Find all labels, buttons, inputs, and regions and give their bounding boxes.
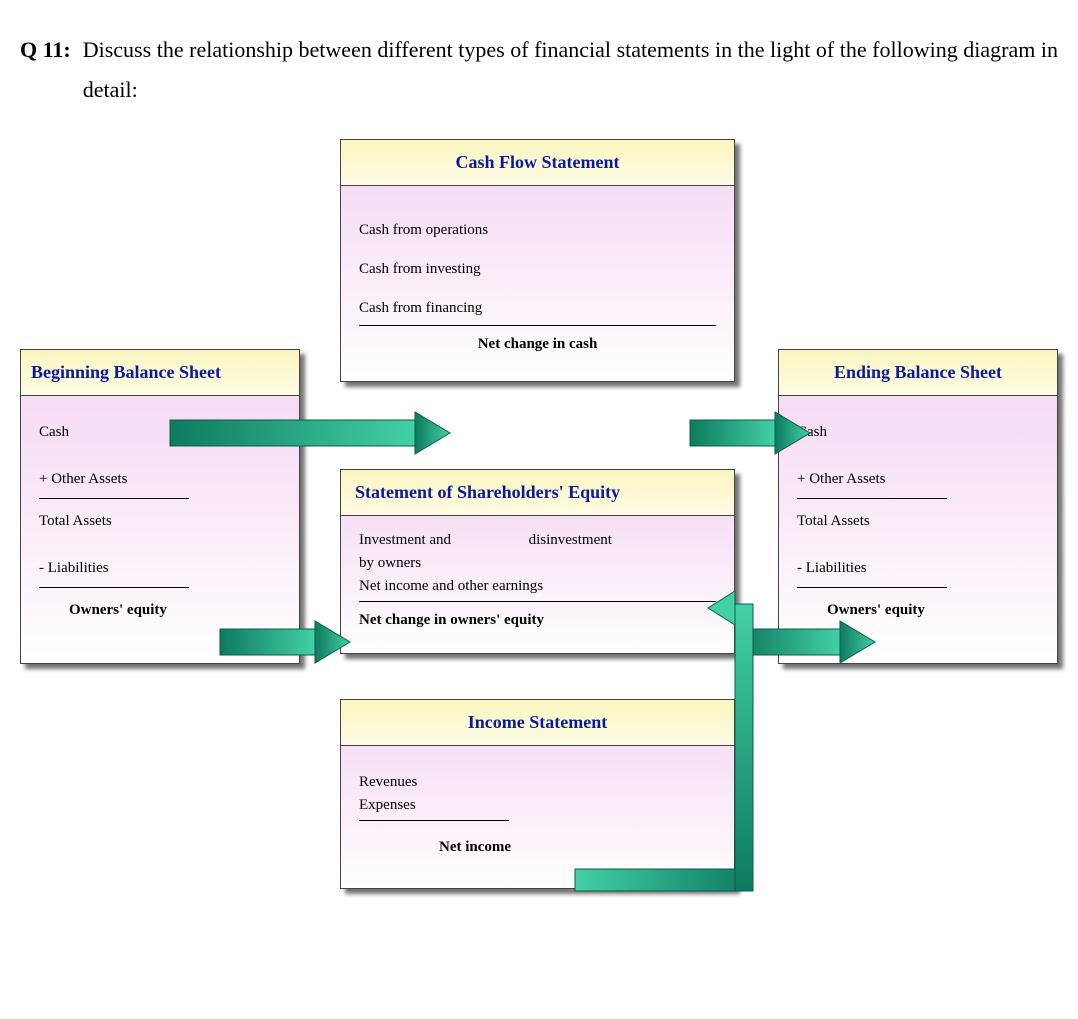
cf-net: Net change in cash <box>359 336 716 353</box>
bs-liabilities: - Liabilities <box>39 560 281 577</box>
bs-other-assets: + Other Assets <box>797 471 1039 488</box>
cash-flow-card: Cash Flow Statement Cash from operations… <box>340 139 735 382</box>
eq-line2: by owners <box>359 555 716 572</box>
hr <box>39 498 189 499</box>
question-row: Q 11: Discuss the relationship between d… <box>20 30 1058 109</box>
eq-line1: Investment and disinvestment <box>359 532 716 549</box>
hr <box>359 325 716 326</box>
eq-line1a: Investment and <box>359 532 451 548</box>
hr <box>797 587 947 588</box>
shareholders-equity-card: Statement of Shareholders' Equity Invest… <box>340 469 735 654</box>
cf-ops: Cash from operations <box>359 222 716 239</box>
bs-liabilities: - Liabilities <box>797 560 1039 577</box>
card-title: Beginning Balance Sheet <box>21 350 299 396</box>
is-exp: Expenses <box>359 797 716 814</box>
question-label: Q 11: <box>20 30 71 109</box>
bs-total-assets: Total Assets <box>797 513 1039 530</box>
hr <box>39 587 189 588</box>
beginning-balance-sheet-card: Beginning Balance Sheet Cash + Other Ass… <box>20 349 300 664</box>
hr <box>359 601 716 602</box>
card-title: Statement of Shareholders' Equity <box>341 470 734 516</box>
bs-cash: Cash <box>797 424 1039 441</box>
income-statement-card: Income Statement Revenues Expenses Net i… <box>340 699 735 889</box>
hr <box>797 498 947 499</box>
is-rev: Revenues <box>359 774 716 791</box>
card-title: Ending Balance Sheet <box>779 350 1057 396</box>
bs-cash: Cash <box>39 424 281 441</box>
cf-inv: Cash from investing <box>359 261 716 278</box>
bs-other-assets: + Other Assets <box>39 471 281 488</box>
financial-statements-diagram: Beginning Balance Sheet Cash + Other Ass… <box>20 139 1058 959</box>
bs-owners-equity: Owners' equity <box>797 602 1039 619</box>
is-net: Net income <box>439 839 716 856</box>
bs-owners-equity: Owners' equity <box>39 602 281 619</box>
cf-fin: Cash from financing <box>359 300 716 317</box>
eq-net: Net change in owners' equity <box>359 612 716 629</box>
card-title: Income Statement <box>341 700 734 746</box>
ending-balance-sheet-card: Ending Balance Sheet Cash + Other Assets… <box>778 349 1058 664</box>
eq-line1b: disinvestment <box>529 532 612 548</box>
card-title: Cash Flow Statement <box>341 140 734 186</box>
hr <box>359 820 509 821</box>
eq-line3: Net income and other earnings <box>359 578 716 595</box>
bs-total-assets: Total Assets <box>39 513 281 530</box>
question-text: Discuss the relationship between differe… <box>83 30 1058 109</box>
